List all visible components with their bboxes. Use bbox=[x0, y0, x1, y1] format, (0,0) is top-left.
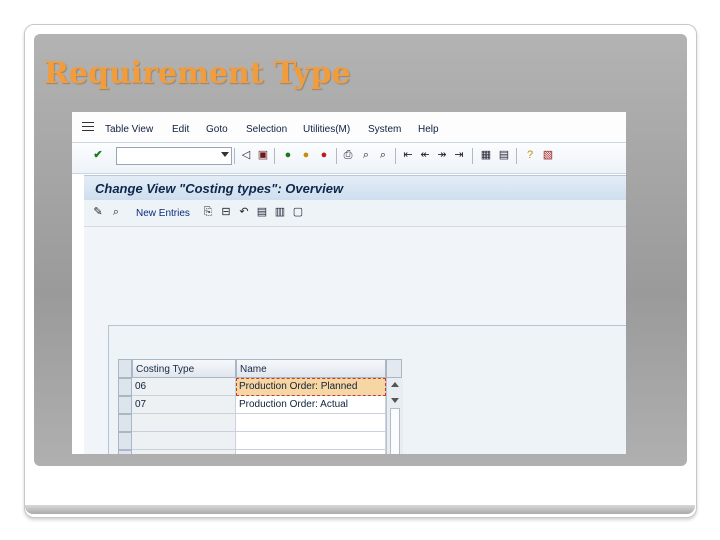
first-page-icon[interactable]: ⇤ bbox=[402, 149, 414, 161]
shortcut-icon[interactable]: ▤ bbox=[498, 149, 510, 161]
table-cell-empty[interactable] bbox=[132, 414, 236, 432]
select-block-icon[interactable]: ▥ bbox=[274, 206, 286, 218]
table-cell-empty[interactable] bbox=[236, 450, 386, 454]
row-selector[interactable] bbox=[118, 378, 132, 396]
standard-toolbar: ✔ ◁ ▣ ● ● ● ⎙ ⌕ ⌕ ⇤ ↞ ↠ ⇥ ▦ ▤ ? ▧ bbox=[72, 143, 626, 174]
slide-bottom-band bbox=[25, 505, 695, 514]
toolbar-separator bbox=[234, 148, 235, 164]
row-selector[interactable] bbox=[118, 414, 132, 432]
find-icon[interactable]: ⌕ bbox=[360, 149, 372, 161]
menu-utilities[interactable]: Utilities(M) bbox=[303, 124, 350, 135]
cancel-icon[interactable]: ● bbox=[318, 149, 330, 161]
table-cell-empty[interactable] bbox=[132, 432, 236, 450]
screen-title-bar: Change View "Costing types": Overview bbox=[84, 175, 626, 200]
menu-system[interactable]: System bbox=[368, 124, 401, 135]
menu-help[interactable]: Help bbox=[418, 124, 439, 135]
command-field[interactable] bbox=[116, 147, 232, 165]
select-all-rows-icon[interactable] bbox=[118, 359, 132, 378]
delete-icon[interactable]: ⊟ bbox=[220, 206, 232, 218]
toolbar-separator bbox=[336, 148, 337, 164]
scroll-up-icon[interactable] bbox=[391, 382, 399, 387]
back-icon[interactable]: ● bbox=[282, 149, 294, 161]
table-cell-empty[interactable] bbox=[236, 414, 386, 432]
menu-table-view[interactable]: Table View bbox=[105, 124, 153, 135]
previous-page-icon[interactable]: ↞ bbox=[419, 149, 431, 161]
costing-types-table: Costing Type Name 06 Production Order: P… bbox=[118, 359, 403, 454]
scroll-down-icon[interactable] bbox=[391, 398, 399, 403]
enter-icon[interactable]: ✔ bbox=[92, 149, 104, 161]
screen-title: Change View "Costing types": Overview bbox=[95, 181, 344, 196]
chevron-down-icon[interactable] bbox=[221, 152, 229, 157]
row-selector[interactable] bbox=[118, 450, 132, 454]
exit-icon[interactable]: ● bbox=[300, 149, 312, 161]
application-toolbar: ✎ ⌕ New Entries ⎘ ⊟ ↶ ▤ ▥ ▢ bbox=[84, 200, 626, 227]
table-settings-icon[interactable] bbox=[386, 359, 402, 378]
table-cell-costing-type: 07 bbox=[132, 396, 236, 414]
find-next-icon[interactable]: ⌕ bbox=[377, 149, 389, 161]
scrollbar-thumb[interactable] bbox=[390, 408, 400, 454]
print-icon[interactable]: ⎙ bbox=[342, 149, 354, 161]
slide-title: Requirement Type bbox=[44, 56, 351, 91]
create-session-icon[interactable]: ▦ bbox=[480, 149, 492, 161]
copy-as-icon[interactable]: ⎘ bbox=[202, 206, 214, 218]
back-arrow-icon[interactable]: ◁ bbox=[240, 149, 252, 161]
system-menu-icon[interactable] bbox=[82, 122, 94, 132]
toolbar-separator bbox=[274, 148, 275, 164]
table-cell-name[interactable]: Production Order: Planned bbox=[236, 378, 386, 396]
menu-bar: Table View Edit Goto Selection Utilities… bbox=[72, 112, 626, 143]
table-cell-empty[interactable] bbox=[132, 450, 236, 454]
next-page-icon[interactable]: ↠ bbox=[436, 149, 448, 161]
help-icon[interactable]: ? bbox=[524, 149, 536, 161]
undo-change-icon[interactable]: ↶ bbox=[238, 206, 250, 218]
table-cell-name[interactable]: Production Order: Actual bbox=[236, 396, 386, 414]
toolbar-separator bbox=[395, 148, 396, 164]
save-icon[interactable]: ▣ bbox=[257, 149, 269, 161]
new-entries-button[interactable]: New Entries bbox=[136, 208, 190, 219]
row-selector[interactable] bbox=[118, 432, 132, 450]
row-selector[interactable] bbox=[118, 396, 132, 414]
last-page-icon[interactable]: ⇥ bbox=[453, 149, 465, 161]
menu-edit[interactable]: Edit bbox=[172, 124, 189, 135]
deselect-all-icon[interactable]: ▢ bbox=[292, 206, 304, 218]
display-change-icon[interactable]: ✎ bbox=[92, 206, 104, 218]
table-cell-empty[interactable] bbox=[236, 432, 386, 450]
column-header-name[interactable]: Name bbox=[236, 359, 386, 378]
toolbar-separator bbox=[472, 148, 473, 164]
select-all-icon[interactable]: ▤ bbox=[256, 206, 268, 218]
menu-goto[interactable]: Goto bbox=[206, 124, 228, 135]
menu-selection[interactable]: Selection bbox=[246, 124, 287, 135]
vertical-scrollbar[interactable] bbox=[386, 378, 403, 454]
column-header-costing-type[interactable]: Costing Type bbox=[132, 359, 236, 378]
layout-menu-icon[interactable]: ▧ bbox=[542, 149, 554, 161]
table-cell-costing-type: 06 bbox=[132, 378, 236, 396]
toolbar-separator bbox=[516, 148, 517, 164]
other-view-icon[interactable]: ⌕ bbox=[110, 206, 122, 218]
sap-window: Table View Edit Goto Selection Utilities… bbox=[72, 112, 626, 454]
